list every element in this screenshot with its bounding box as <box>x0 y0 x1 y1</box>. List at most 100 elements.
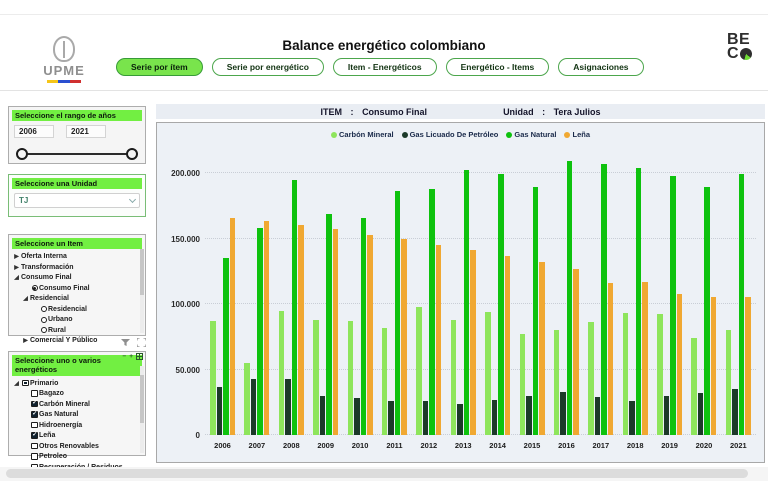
tree-item-residencial[interactable]: ◢Residencial <box>12 293 142 304</box>
energetics-panel-scrollbar[interactable] <box>140 366 144 453</box>
grid-view-icon[interactable] <box>136 353 143 360</box>
bar-lena-2014[interactable] <box>505 256 511 435</box>
bar-lena-2020[interactable] <box>711 297 717 435</box>
bar-lena-2007[interactable] <box>264 221 270 435</box>
bar-gas-natural-2008[interactable] <box>292 180 298 435</box>
expand-all-icon[interactable]: + <box>129 353 133 360</box>
tree-item-petroleo[interactable]: Petroleo <box>12 451 142 462</box>
checkbox-partial-icon[interactable] <box>22 380 29 387</box>
bar-carbon-mineral-2010[interactable] <box>348 321 354 435</box>
bar-gas-natural-2018[interactable] <box>636 168 642 435</box>
bar-carbon-mineral-2019[interactable] <box>657 314 663 435</box>
bar-gas-licuado-de-petroleo-2014[interactable] <box>492 400 498 435</box>
tree-item-consumo-final[interactable]: ◢Consumo Final <box>12 272 142 283</box>
unit-select[interactable]: TJ <box>14 193 140 208</box>
bar-gas-natural-2006[interactable] <box>223 258 229 435</box>
tree-item-otros-renovables[interactable]: Otros Renovables <box>12 441 142 452</box>
checkbox-checked-icon[interactable] <box>31 401 38 408</box>
bar-carbon-mineral-2021[interactable] <box>726 330 732 435</box>
bar-lena-2016[interactable] <box>573 269 579 435</box>
bar-gas-licuado-de-petroleo-2017[interactable] <box>595 397 601 435</box>
tree-expanded-icon[interactable]: ◢ <box>23 295 28 302</box>
bar-gas-licuado-de-petroleo-2015[interactable] <box>526 396 532 435</box>
tree-item-urbano[interactable]: Urbano <box>12 314 142 325</box>
tree-collapsed-icon[interactable]: ▶ <box>14 253 19 260</box>
bar-gas-licuado-de-petroleo-2012[interactable] <box>423 401 429 435</box>
bar-carbon-mineral-2016[interactable] <box>554 330 560 435</box>
bar-lena-2006[interactable] <box>230 218 236 435</box>
year-from-input[interactable]: 2006 <box>14 125 54 138</box>
bar-carbon-mineral-2009[interactable] <box>313 320 319 435</box>
bar-gas-licuado-de-petroleo-2011[interactable] <box>388 401 394 435</box>
radio-icon[interactable] <box>41 327 47 333</box>
tree-expanded-icon[interactable]: ◢ <box>14 274 19 281</box>
bar-lena-2008[interactable] <box>298 225 304 435</box>
tab-energetico-items[interactable]: Energético - Items <box>446 58 550 76</box>
bar-gas-natural-2020[interactable] <box>704 187 710 435</box>
bar-lena-2017[interactable] <box>608 283 614 435</box>
tree-item-bagazo[interactable]: Bagazo <box>12 388 142 399</box>
bar-carbon-mineral-2018[interactable] <box>623 313 629 435</box>
year-range-slider[interactable] <box>16 148 138 160</box>
page-hscrollbar-thumb[interactable] <box>6 469 748 478</box>
legend-item-lena[interactable]: Leña <box>564 130 590 139</box>
bar-carbon-mineral-2011[interactable] <box>382 328 388 435</box>
slider-handle-left[interactable] <box>16 148 28 160</box>
bar-gas-natural-2016[interactable] <box>567 161 573 435</box>
checkbox-unchecked-icon[interactable] <box>31 390 38 397</box>
bar-gas-natural-2011[interactable] <box>395 191 401 435</box>
filter-icon[interactable] <box>121 339 130 347</box>
bar-gas-natural-2007[interactable] <box>257 228 263 435</box>
bar-gas-natural-2015[interactable] <box>533 187 539 435</box>
radio-icon[interactable] <box>41 317 47 323</box>
bar-carbon-mineral-2015[interactable] <box>520 334 526 435</box>
bar-gas-licuado-de-petroleo-2006[interactable] <box>217 387 223 435</box>
bar-gas-licuado-de-petroleo-2018[interactable] <box>629 401 635 435</box>
bar-lena-2018[interactable] <box>642 282 648 435</box>
bar-gas-natural-2019[interactable] <box>670 176 676 435</box>
bar-carbon-mineral-2013[interactable] <box>451 320 457 435</box>
radio-icon[interactable] <box>41 306 47 312</box>
tree-item-transformacion[interactable]: ▶Transformación <box>12 262 142 273</box>
bar-gas-natural-2021[interactable] <box>739 174 745 435</box>
legend-item-gas-natural[interactable]: Gas Natural <box>506 130 556 139</box>
bar-gas-licuado-de-petroleo-2009[interactable] <box>320 396 326 435</box>
tree-expanded-icon[interactable]: ◢ <box>14 380 19 387</box>
bar-carbon-mineral-2008[interactable] <box>279 311 285 435</box>
bar-gas-licuado-de-petroleo-2008[interactable] <box>285 379 291 435</box>
bar-gas-licuado-de-petroleo-2021[interactable] <box>732 389 738 435</box>
bar-carbon-mineral-2017[interactable] <box>588 322 594 435</box>
bar-gas-natural-2010[interactable] <box>361 218 367 435</box>
checkbox-checked-icon[interactable] <box>31 432 38 439</box>
legend-item-gas-licuado-de-petroleo[interactable]: Gas Licuado De Petróleo <box>402 130 499 139</box>
legend-item-carbon-mineral[interactable]: Carbón Mineral <box>331 130 394 139</box>
bar-lena-2010[interactable] <box>367 235 373 435</box>
bar-gas-natural-2009[interactable] <box>326 214 332 435</box>
bar-lena-2009[interactable] <box>333 229 339 435</box>
bar-gas-natural-2017[interactable] <box>601 164 607 435</box>
bar-gas-licuado-de-petroleo-2007[interactable] <box>251 379 257 435</box>
bar-gas-natural-2012[interactable] <box>429 189 435 435</box>
bar-carbon-mineral-2020[interactable] <box>691 338 697 435</box>
bar-gas-natural-2013[interactable] <box>464 170 470 435</box>
bar-gas-licuado-de-petroleo-2013[interactable] <box>457 404 463 435</box>
bar-carbon-mineral-2012[interactable] <box>416 307 422 435</box>
tree-item-hidroenergia[interactable]: Hidroenergía <box>12 420 142 431</box>
checkbox-checked-icon[interactable] <box>31 411 38 418</box>
tree-item-gas-natural[interactable]: Gas Natural <box>12 409 142 420</box>
tree-item-rural[interactable]: Rural <box>12 325 142 336</box>
slider-handle-right[interactable] <box>126 148 138 160</box>
checkbox-unchecked-icon[interactable] <box>31 443 38 450</box>
year-to-input[interactable]: 2021 <box>66 125 106 138</box>
focus-mode-icon[interactable] <box>137 338 146 347</box>
tree-item-oferta-interna[interactable]: ▶Oferta Interna <box>12 251 142 262</box>
tree-collapsed-icon[interactable]: ▶ <box>14 264 19 271</box>
bar-gas-licuado-de-petroleo-2019[interactable] <box>664 396 670 435</box>
tree-item-carbon-mineral[interactable]: Carbón Mineral <box>12 399 142 410</box>
bar-gas-licuado-de-petroleo-2016[interactable] <box>560 392 566 435</box>
tree-item-lena[interactable]: Leña <box>12 430 142 441</box>
item-panel-scrollbar[interactable] <box>140 249 144 333</box>
bar-gas-licuado-de-petroleo-2020[interactable] <box>698 393 704 435</box>
bar-lena-2015[interactable] <box>539 262 545 435</box>
bar-lena-2013[interactable] <box>470 250 476 435</box>
